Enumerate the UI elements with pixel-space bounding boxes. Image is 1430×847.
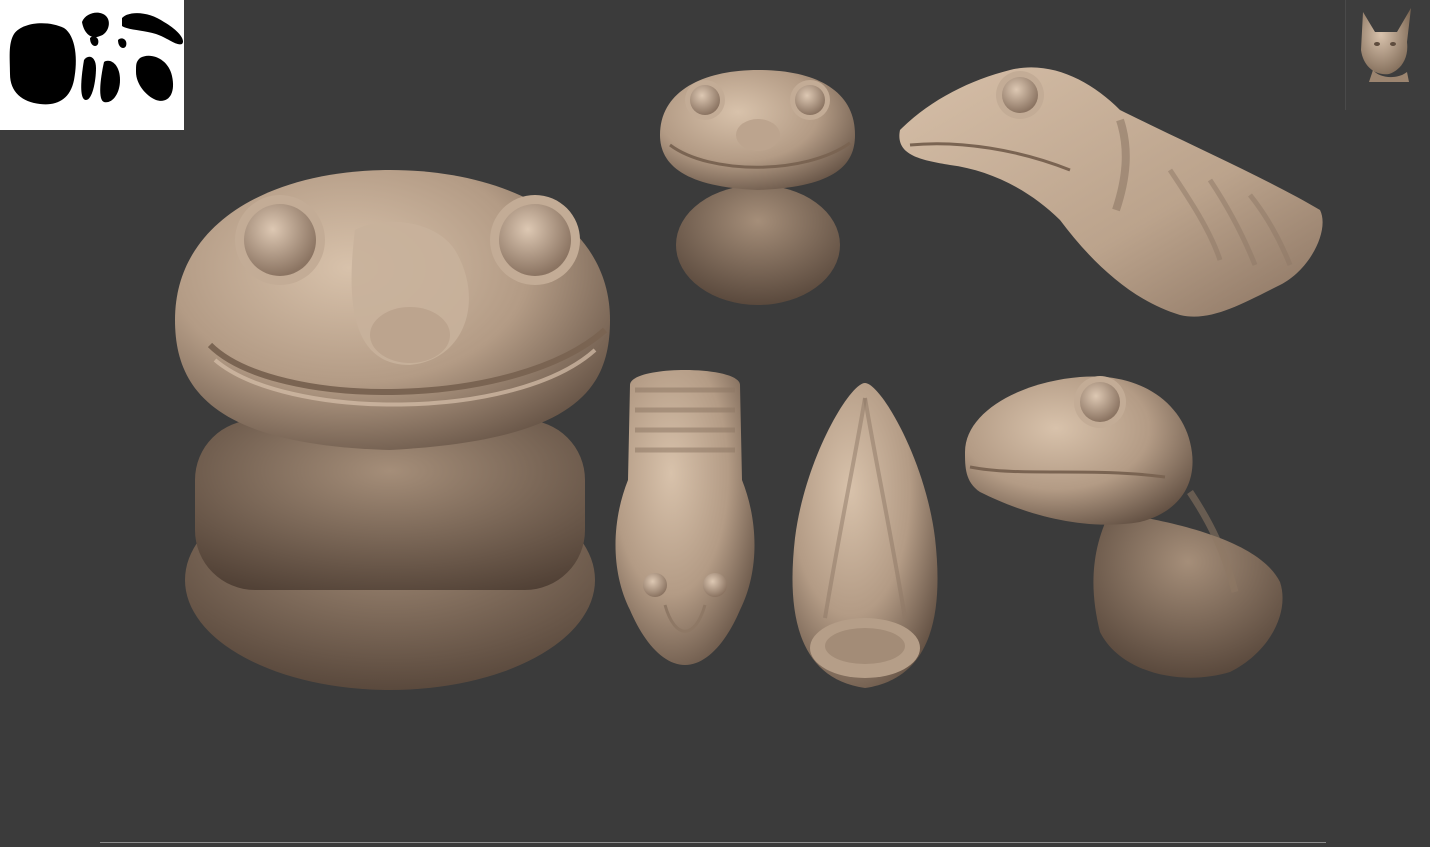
three-quarter-view[interactable]	[960, 372, 1290, 684]
top-view[interactable]	[610, 360, 760, 670]
cat-head-icon[interactable]	[1353, 6, 1421, 82]
mask-thumbnail[interactable]	[0, 0, 184, 130]
front-view-small[interactable]	[655, 65, 860, 310]
front-view-large[interactable]	[155, 160, 625, 690]
sculpt-viewport[interactable]	[0, 0, 1430, 847]
viewport-divider	[100, 842, 1326, 843]
mask-silhouette-icon	[9, 12, 184, 105]
side-view[interactable]	[890, 60, 1330, 325]
bottom-view[interactable]	[785, 378, 945, 693]
